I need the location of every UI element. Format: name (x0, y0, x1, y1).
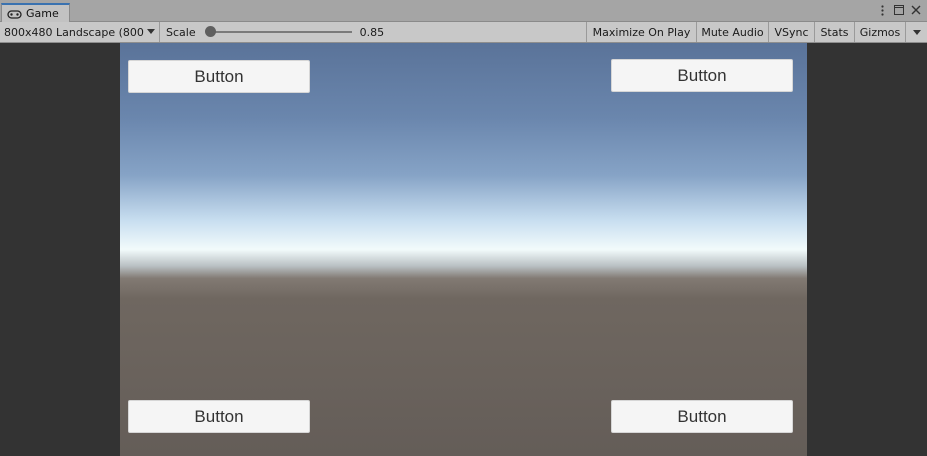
mute-audio-toggle[interactable]: Mute Audio (697, 22, 769, 42)
scale-value: 0.85 (359, 25, 385, 39)
game-button-bottom-left[interactable]: Button (128, 400, 310, 433)
game-viewport[interactable]: Button Button Button Button (120, 43, 807, 456)
tab-bar: Game (0, 0, 927, 22)
close-icon[interactable] (909, 3, 923, 17)
gamepad-icon (7, 9, 22, 19)
tab-label: Game (26, 7, 59, 20)
scale-label: Scale (166, 25, 196, 39)
slider-track (205, 31, 352, 33)
game-button-top-left[interactable]: Button (128, 60, 310, 93)
game-button-top-right[interactable]: Button (611, 59, 793, 92)
stats-toggle[interactable]: Stats (815, 22, 855, 42)
slider-thumb[interactable] (204, 26, 216, 37)
scale-slider[interactable] (204, 25, 352, 39)
game-view: Button Button Button Button (0, 43, 927, 456)
window-controls (875, 3, 923, 17)
resolution-label: 800x480 Landscape (800 (4, 25, 144, 39)
gizmos-dropdown[interactable] (906, 22, 927, 42)
chevron-down-icon (147, 29, 155, 34)
gizmos-toggle[interactable]: Gizmos (855, 22, 906, 42)
more-icon[interactable] (875, 3, 889, 17)
game-button-bottom-right[interactable]: Button (611, 400, 793, 433)
tab-game[interactable]: Game (1, 3, 70, 22)
maximize-on-play-toggle[interactable]: Maximize On Play (587, 22, 697, 42)
chevron-down-icon (912, 29, 921, 35)
scale-control: Scale 0.85 (160, 22, 587, 42)
game-toolbar: 800x480 Landscape (800 Scale 0.85 Maximi… (0, 22, 927, 43)
resolution-dropdown[interactable]: 800x480 Landscape (800 (0, 22, 160, 42)
vsync-toggle[interactable]: VSync (769, 22, 815, 42)
maximize-icon[interactable] (892, 3, 906, 17)
